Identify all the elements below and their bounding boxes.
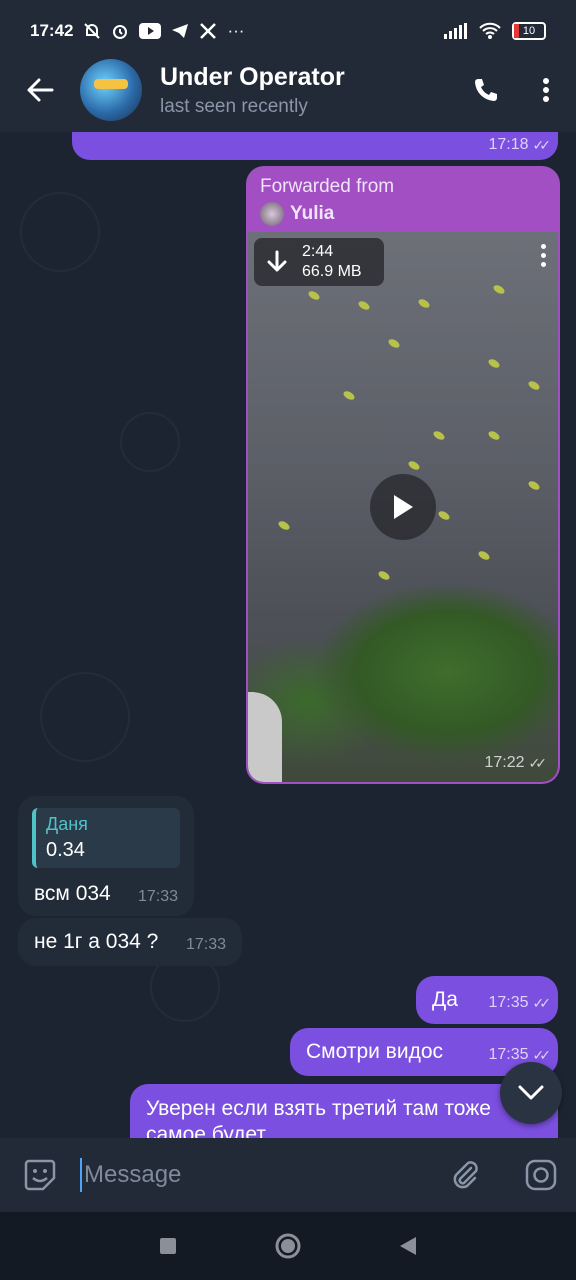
recents-icon[interactable] [159, 1237, 177, 1255]
video-duration: 2:44 [302, 243, 334, 260]
download-arrow-icon [267, 250, 287, 272]
wifi-icon [479, 22, 501, 39]
leaf-decoration [277, 519, 291, 532]
quote-text: 0.34 [46, 839, 85, 861]
forwarded-label: Forwarded from [260, 176, 395, 197]
leaf-decoration [487, 357, 501, 370]
message-time: 17:33 [185, 936, 226, 953]
attach-button[interactable] [426, 1160, 506, 1190]
video-options-icon[interactable] [541, 244, 546, 267]
background-doodle [20, 192, 100, 272]
double-check-icon: ✓✓ [532, 1046, 552, 1063]
double-check-icon: ✓✓ [532, 136, 552, 153]
incoming-message[interactable]: не 1г а 034 ? 17:33 [18, 918, 242, 966]
message-input[interactable] [80, 1158, 426, 1192]
instagram-camera-icon [525, 1159, 557, 1191]
message-meta: 17:22 ✓✓ [484, 754, 548, 772]
chat-header: Under Operator last seen recently [0, 48, 576, 132]
battery-level: 10 [522, 25, 536, 37]
leaf-decoration [307, 289, 321, 302]
reply-quote[interactable]: Даня 0.34 [32, 808, 180, 868]
message-input-bar [0, 1138, 576, 1212]
more-notifications-icon: ··· [227, 21, 245, 40]
back-button[interactable] [0, 76, 80, 104]
chat-area[interactable]: 17:18 ✓✓ Forwarded from Yulia 2:44 66.9 … [0, 132, 576, 1138]
play-button[interactable] [370, 474, 436, 540]
message-text: не 1г а 034 ? [34, 930, 159, 953]
scroll-down-button[interactable] [500, 1062, 562, 1124]
chat-name: Under Operator [160, 62, 345, 91]
leaf-decoration [527, 479, 541, 492]
camera-button[interactable] [506, 1158, 576, 1192]
youtube-icon [139, 23, 162, 39]
shoe-in-frame [248, 692, 282, 782]
message-time: 17:35 [488, 1046, 529, 1063]
message-text: Смотри видос [306, 1040, 444, 1063]
outgoing-message[interactable]: Уверен если взять третий там тоже самое … [130, 1084, 558, 1138]
message-time: 17:22 [484, 754, 525, 771]
leaf-decoration [437, 509, 451, 522]
arrow-left-icon [27, 78, 54, 102]
home-icon[interactable] [274, 1232, 302, 1260]
back-nav-icon[interactable] [399, 1236, 417, 1256]
chat-title-block[interactable]: Under Operator last seen recently [160, 63, 456, 118]
paperclip-icon [453, 1161, 478, 1189]
avatar[interactable] [80, 59, 142, 121]
message-meta: 17:35 ✓✓ [488, 1046, 552, 1064]
phone-icon [475, 79, 497, 101]
forwarded-sender[interactable]: Yulia [260, 202, 334, 226]
signal-icon [444, 23, 467, 39]
message-text: всм 034 [34, 882, 111, 905]
video-size: 66.9 MB [302, 263, 362, 280]
leaf-decoration [527, 379, 541, 392]
more-menu-button[interactable] [516, 77, 576, 103]
outgoing-message[interactable]: Да 17:35 ✓✓ [416, 976, 558, 1024]
leaf-decoration [487, 429, 501, 442]
video-thumbnail[interactable]: 2:44 66.9 MB 17:22 ✓✓ [248, 232, 558, 782]
clock: 17:42 [30, 21, 74, 40]
double-check-icon: ✓✓ [532, 994, 552, 1011]
call-button[interactable] [456, 76, 516, 104]
telegram-icon [172, 24, 189, 38]
muted-bell-icon [84, 23, 101, 39]
message-text: Уверен если взять третий там тоже самое … [146, 1097, 491, 1138]
message-time: 17:35 [488, 994, 529, 1011]
message-meta: 17:35 ✓✓ [488, 994, 552, 1012]
sticker-emoji-icon [24, 1159, 56, 1191]
leaf-decoration [432, 429, 446, 442]
incoming-reply-message[interactable]: Даня 0.34 всм 034 17:33 [18, 796, 194, 916]
alarm-icon [113, 25, 128, 39]
leaf-decoration [407, 459, 421, 472]
leaf-decoration [357, 299, 371, 312]
message-text: Да [432, 988, 458, 1011]
forwarded-video-message[interactable]: Forwarded from Yulia 2:44 66.9 MB 17:22 … [246, 166, 560, 784]
double-check-icon: ✓✓ [528, 754, 548, 771]
download-button[interactable]: 2:44 66.9 MB [254, 238, 384, 286]
x-icon [200, 23, 217, 39]
leaf-decoration [387, 337, 401, 350]
system-nav-bar [0, 1212, 576, 1280]
previous-message-bubble[interactable]: 17:18 ✓✓ [72, 132, 558, 160]
leaf-decoration [417, 297, 431, 310]
sender-name: Yulia [290, 203, 335, 224]
battery-icon: 10 [512, 22, 546, 40]
message-time: 17:33 [137, 888, 178, 905]
quote-author: Даня [46, 814, 88, 834]
message-meta: 17:18 ✓✓ [488, 136, 552, 154]
background-doodle [40, 672, 130, 762]
more-vertical-icon [543, 78, 549, 102]
background-doodle [120, 412, 180, 472]
leaf-decoration [492, 283, 506, 296]
leaf-decoration [342, 389, 356, 402]
message-time: 17:18 [488, 136, 529, 153]
emoji-button[interactable] [0, 1158, 80, 1192]
play-icon [394, 495, 413, 519]
leaf-decoration [377, 569, 391, 582]
chevron-down-icon [518, 1085, 544, 1100]
sender-avatar [260, 202, 284, 226]
last-seen-status: last seen recently [160, 95, 308, 117]
leaf-decoration [477, 549, 491, 562]
